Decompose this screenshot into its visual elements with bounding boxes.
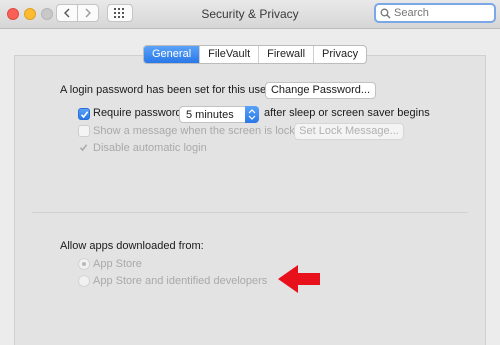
tab-firewall[interactable]: Firewall <box>259 46 315 63</box>
radio-selected-dot <box>82 262 86 266</box>
tab-bar: General FileVault Firewall Privacy <box>143 45 368 64</box>
tab-privacy[interactable]: Privacy <box>314 46 366 63</box>
after-sleep-text: after sleep or screen saver begins <box>264 107 430 119</box>
set-lock-message-button[interactable]: Set Lock Message... <box>294 123 404 140</box>
radio-app-store-label: App Store <box>93 258 142 270</box>
show-message-label: Show a message when the screen is locked <box>93 125 308 137</box>
title-bar: Security & Privacy <box>0 0 500 29</box>
tab-general[interactable]: General <box>144 46 201 63</box>
dropdown-arrows-icon <box>245 106 259 123</box>
checkmark-icon <box>80 111 89 119</box>
radio-app-store[interactable] <box>78 258 90 270</box>
checkmark-icon <box>79 144 88 152</box>
login-password-text: A login password has been set for this u… <box>60 84 270 96</box>
section-divider <box>32 212 468 213</box>
allow-apps-heading: Allow apps downloaded from: <box>60 240 204 252</box>
radio-identified-developers[interactable] <box>78 275 90 287</box>
require-password-delay-select[interactable]: 5 minutes <box>179 106 259 123</box>
tab-filevault[interactable]: FileVault <box>200 46 260 63</box>
require-password-checkbox[interactable] <box>78 108 90 120</box>
require-password-label: Require password <box>93 107 182 119</box>
disable-auto-login-checkbox[interactable] <box>78 142 90 154</box>
search-input[interactable] <box>394 6 490 20</box>
search-icon <box>380 8 391 19</box>
require-password-delay-value: 5 minutes <box>186 109 234 121</box>
settings-panel <box>14 55 486 345</box>
radio-identified-developers-label: App Store and identified developers <box>93 275 268 287</box>
red-arrow-annotation <box>278 265 320 293</box>
disable-auto-login-label: Disable automatic login <box>93 142 207 154</box>
show-message-checkbox[interactable] <box>78 125 90 137</box>
change-password-button[interactable]: Change Password... <box>265 82 376 99</box>
search-field[interactable] <box>374 3 496 23</box>
